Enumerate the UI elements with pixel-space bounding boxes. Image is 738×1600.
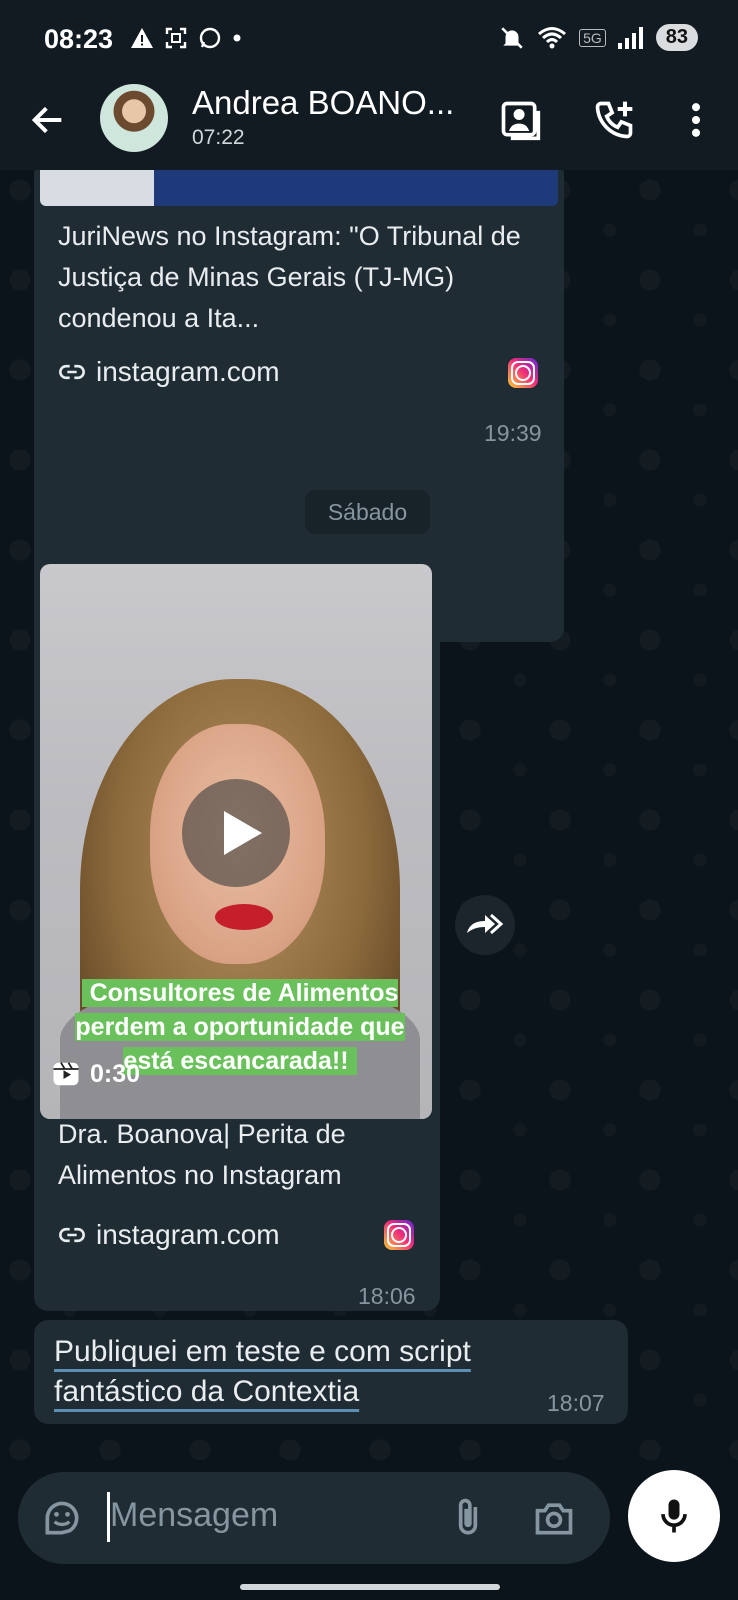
video-duration: 0:30 (50, 1059, 140, 1089)
camera-icon[interactable] (532, 1496, 576, 1540)
last-seen: 07:22 (192, 126, 245, 149)
message-input[interactable]: Mensagem (110, 1496, 278, 1535)
message-bubble-text[interactable]: Publiquei em teste e com script fantásti… (34, 1320, 628, 1424)
status-system-icons: 5G 83 (499, 24, 698, 51)
avatar[interactable] (100, 84, 168, 152)
message-text-line2: fantástico da Contextia (54, 1375, 360, 1408)
chat-header: Andrea BOANO... 07:22 (0, 80, 738, 170)
link-domain-text: instagram.com (96, 356, 280, 387)
back-arrow-icon[interactable] (28, 100, 68, 140)
mic-button[interactable] (628, 1470, 720, 1562)
wifi-icon (538, 26, 567, 48)
sticker-icon[interactable] (40, 1496, 84, 1540)
status-notification-icons (130, 26, 242, 50)
video-person-lips (215, 904, 273, 930)
battery-indicator: 83 (655, 24, 698, 51)
forward-button[interactable] (455, 895, 515, 955)
instagram-icon (384, 1220, 414, 1250)
message-time: 18:06 (358, 1283, 416, 1309)
signal-icon (617, 26, 643, 49)
link-preview-image[interactable] (40, 170, 558, 206)
more-vert-icon[interactable] (674, 98, 718, 142)
link-title[interactable]: JuriNews no Instagram: "O Tribunal de Ju… (58, 216, 538, 339)
dot-icon (233, 34, 241, 42)
mute-icon (501, 26, 523, 49)
contact-name[interactable]: Andrea BOANO... (192, 84, 454, 122)
video-link-domain[interactable]: instagram.com (58, 1219, 280, 1251)
link-domain[interactable]: instagram.com (58, 356, 280, 388)
message-input-bar[interactable]: Mensagem (18, 1472, 610, 1564)
message-time: 19:39 (484, 420, 542, 446)
mic-icon (661, 1499, 687, 1533)
link-icon (59, 364, 85, 380)
play-icon[interactable] (182, 779, 290, 887)
link-icon (59, 1227, 85, 1243)
whatsapp-icon (199, 27, 221, 49)
contact-card-icon[interactable] (498, 98, 542, 142)
video-thumbnail[interactable]: Consultores de Alimentos perdem a oportu… (40, 564, 432, 1119)
message-text-line1: Publiquei em teste e com script (54, 1335, 471, 1368)
video-link-domain-text: instagram.com (96, 1219, 280, 1250)
status-bar: 08:23 5G 83 (0, 0, 738, 80)
date-separator: Sábado (305, 490, 430, 534)
instagram-icon (508, 358, 538, 388)
warning-icon (131, 28, 153, 48)
gesture-nav-bar[interactable] (240, 1584, 500, 1590)
screenshot-icon (165, 27, 187, 49)
add-call-icon[interactable] (592, 98, 636, 142)
reel-icon (53, 1062, 79, 1086)
status-time: 08:23 (44, 24, 114, 54)
network-type-badge: 5G (579, 28, 606, 47)
video-link-title[interactable]: Dra. Boanova| Perita de Alimentos no Ins… (58, 1114, 418, 1196)
chat-area[interactable]: JuriNews no Instagram: "O Tribunal de Ju… (0, 170, 738, 1460)
message-time: 18:07 (547, 1390, 605, 1416)
forward-icon (467, 913, 504, 935)
attach-icon[interactable] (446, 1496, 490, 1540)
